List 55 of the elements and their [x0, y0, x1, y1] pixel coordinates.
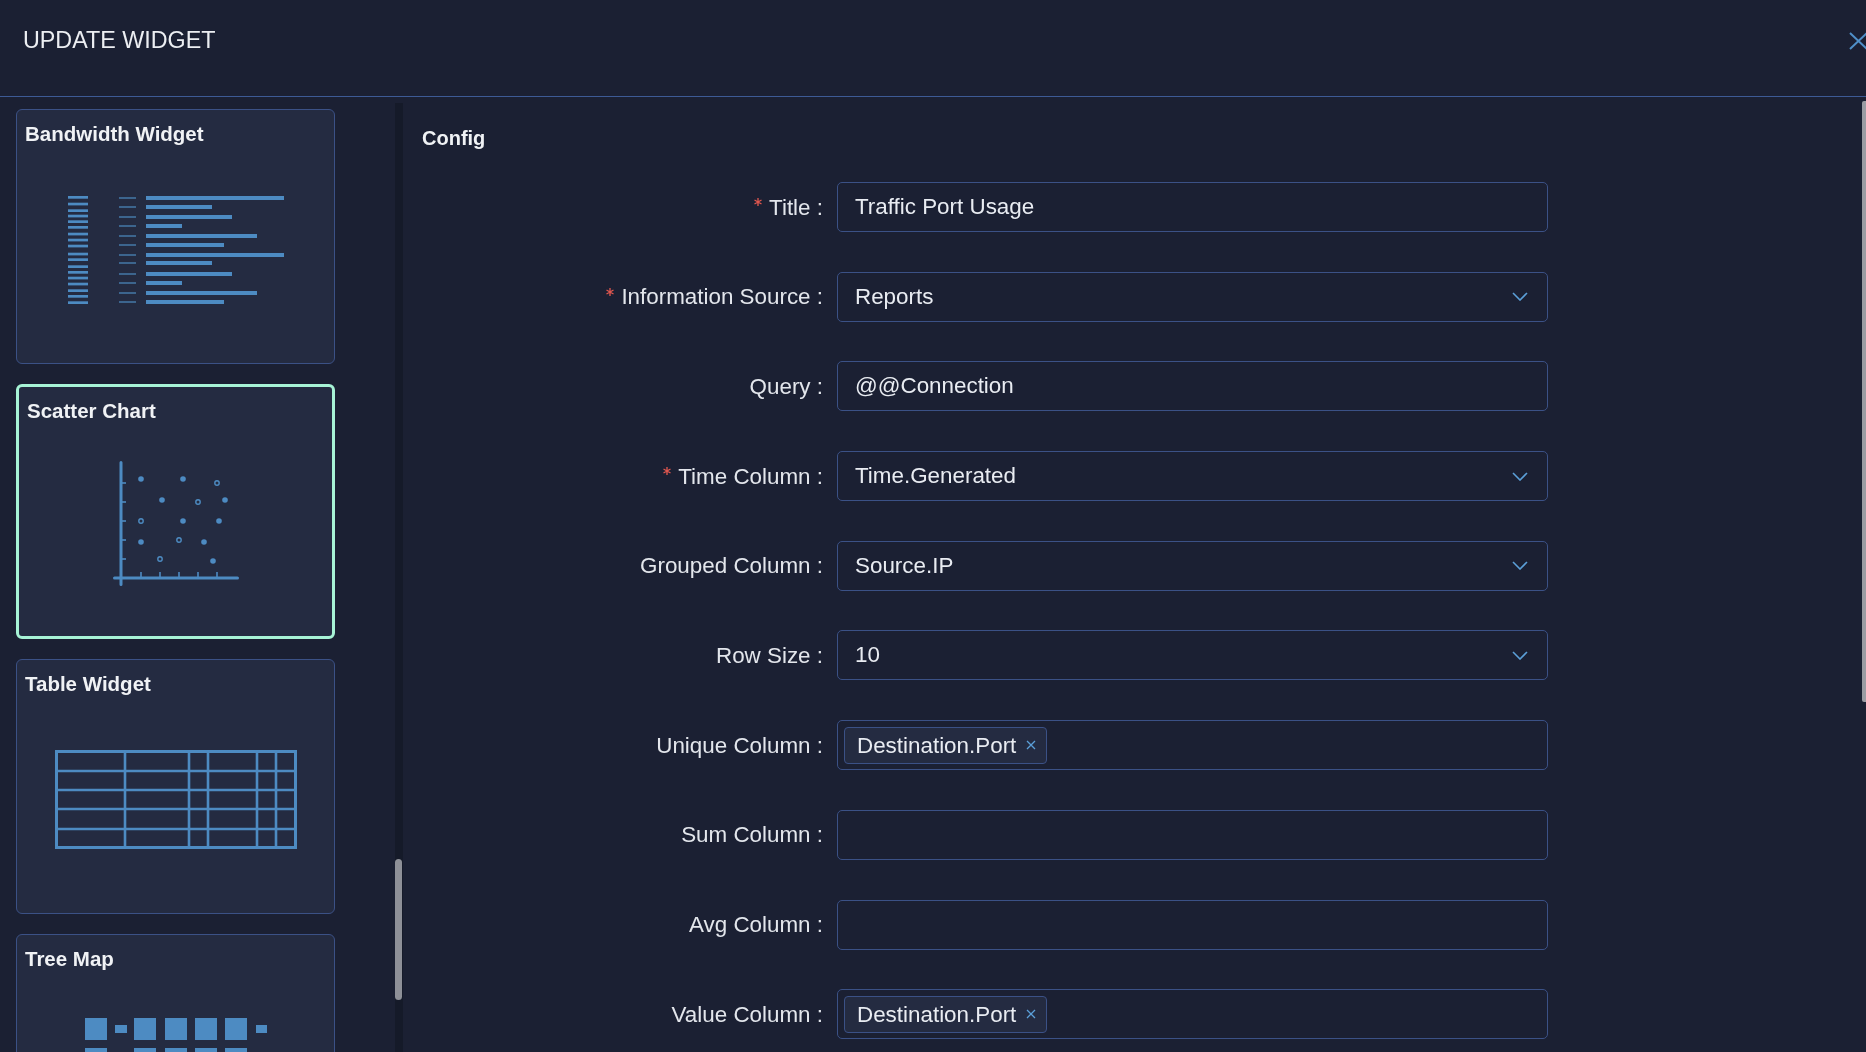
tag-text: Destination.Port: [857, 1000, 1017, 1028]
select-field[interactable]: Source.IP: [837, 540, 1548, 591]
scrollbar-thumb[interactable]: [1862, 101, 1866, 702]
scrollbar-thumb[interactable]: [395, 859, 402, 1000]
hollow-scatter-point: [137, 518, 144, 524]
field-label: Time Column :: [678, 462, 823, 490]
widget-type-card[interactable]: Scatter Chart: [16, 384, 335, 639]
field-label: Title :: [769, 193, 823, 221]
card-title: Table Widget: [25, 672, 151, 696]
dialog-title: UPDATE WIDGET: [23, 26, 216, 54]
field-label: Avg Column :: [689, 911, 823, 938]
field-label: Value Column :: [671, 1000, 823, 1028]
scatter-point: [179, 476, 186, 482]
scatter-point: [200, 539, 207, 545]
tag-text: Destination.Port: [857, 731, 1017, 759]
text-input[interactable]: Traffic Port Usage: [837, 182, 1548, 232]
section-title: Config: [422, 126, 486, 150]
multi-select-field[interactable]: [837, 809, 1548, 860]
close-icon[interactable]: [1849, 32, 1866, 50]
field-label: Unique Column :: [656, 731, 823, 759]
scatter-point: [209, 558, 216, 564]
hollow-scatter-point: [156, 556, 163, 562]
text-input[interactable]: @@Connection: [837, 361, 1548, 412]
scatter-point: [179, 518, 186, 524]
chevron-down-icon: [1512, 561, 1528, 571]
multi-select-field[interactable]: Destination.Port: [837, 989, 1548, 1040]
field-label: Sum Column :: [681, 821, 823, 849]
scatter-point: [221, 497, 228, 503]
scatter-point: [215, 518, 222, 524]
tag-close-icon[interactable]: [1026, 740, 1037, 751]
select-field[interactable]: Time.Generated: [837, 451, 1548, 502]
chevron-down-icon: [1512, 471, 1528, 481]
hollow-scatter-point: [175, 537, 182, 543]
hollow-scatter-point: [213, 480, 220, 486]
chevron-down-icon: [1512, 292, 1528, 302]
select-field[interactable]: 10: [837, 630, 1548, 681]
tag-close-icon[interactable]: [1026, 1009, 1037, 1020]
card-title: Scatter Chart: [27, 399, 156, 423]
chevron-down-icon: [1512, 650, 1528, 660]
card-title: Tree Map: [25, 947, 114, 971]
widget-type-card[interactable]: Bandwidth Widget: [16, 109, 335, 364]
scatter-point: [137, 539, 144, 545]
field-label: Information Source :: [621, 283, 823, 311]
scatter-point: [158, 497, 165, 503]
select-field[interactable]: Reports: [837, 271, 1548, 322]
hollow-scatter-point: [194, 499, 201, 505]
widget-type-card[interactable]: Table Widget: [16, 659, 335, 914]
multi-select-field[interactable]: Destination.Port: [837, 720, 1548, 771]
field-label: Grouped Column :: [640, 552, 823, 580]
field-label: Query :: [749, 372, 823, 400]
widget-type-card[interactable]: Tree Map: [16, 934, 335, 1052]
field-label: Row Size :: [716, 641, 823, 669]
multi-select-field[interactable]: [837, 899, 1548, 950]
scatter-point: [137, 476, 144, 482]
card-title: Bandwidth Widget: [25, 122, 204, 146]
